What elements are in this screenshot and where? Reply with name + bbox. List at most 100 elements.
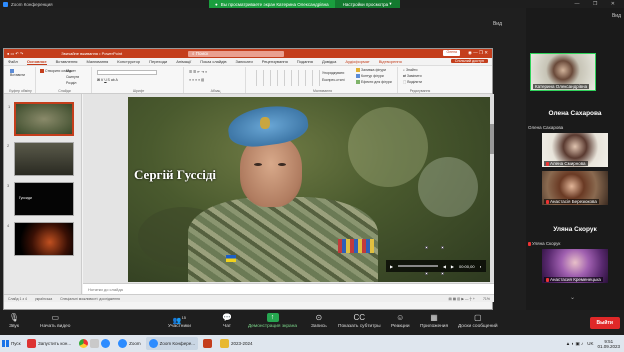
autosave-icon[interactable]: ● ▭ ↶ ↷ (7, 51, 23, 56)
ppt-window-controls[interactable]: ◉ — ❐ ✕ (468, 50, 488, 56)
tab-design[interactable]: Конструктор (117, 59, 140, 64)
font-select[interactable] (97, 70, 157, 75)
participant-tile[interactable]: Анастасія Березюкова (528, 171, 622, 205)
taskbar-app-folder[interactable]: 2023-2024 (217, 337, 256, 350)
view-button[interactable]: Вид (493, 21, 502, 27)
chrome-icon (79, 339, 89, 348)
taskbar-app-launch[interactable]: Запустить кон... (24, 337, 74, 350)
clipboard-label: Буфер обміну (9, 89, 32, 93)
view-options-button[interactable]: Настройки просмотра ▾ (334, 0, 400, 8)
slide-notes[interactable]: Нотатки до слайда (83, 283, 494, 294)
tab-home[interactable]: Основное (26, 59, 47, 65)
tab-file[interactable]: Файл (8, 59, 18, 64)
audio-progress[interactable] (398, 265, 438, 267)
tab-insert[interactable]: Вставлення (56, 59, 78, 64)
volume-icon[interactable]: ◐ (480, 264, 482, 269)
status-accessibility[interactable]: Спеціальні можливості: дослідження (60, 297, 120, 301)
slide-title[interactable]: Сергій Гуссіді (134, 167, 216, 183)
taskbar-app-zoom-meeting[interactable]: Zoom Конфере... (145, 337, 198, 350)
tab-slideshow[interactable]: Показ слайдів (200, 59, 226, 64)
participant-tile[interactable]: Алена Смирнова (528, 133, 622, 167)
status-slide-count: Слайд 1 з 4 (8, 296, 27, 301)
chat-button[interactable]: 💬 Чат (221, 313, 233, 329)
featured-participant[interactable]: Катерина Олександрівна (528, 53, 622, 93)
list-buttons[interactable]: ☰ ☰ ⇤ ⇥ ≡ (189, 70, 207, 74)
whiteboards-button[interactable]: ▢ Доски сообщений (458, 313, 498, 329)
slide-number: 2 (7, 143, 10, 148)
select-button[interactable]: ⬚ Виділити (403, 80, 422, 84)
tab-view[interactable]: Подання (297, 59, 313, 64)
zoom-title: Zoom Конференция (3, 1, 53, 7)
tab-audio-format[interactable]: Аудіоформат (345, 59, 369, 64)
align-buttons[interactable]: ≡ ≡ ≡ ≡ ▥ (189, 78, 204, 82)
reactions-button[interactable]: ☺ Реакции (391, 313, 410, 329)
window-controls[interactable]: — ❐ ✕ (575, 1, 621, 7)
participants-button[interactable]: 👥15 Участники (168, 313, 191, 329)
tab-transitions[interactable]: Переходи (149, 59, 167, 64)
ppt-search-input[interactable]: ⌕ Поиск (188, 50, 284, 57)
exit-fullscreen-button[interactable]: Вид (612, 13, 621, 19)
rewind-icon[interactable]: ◀ (443, 264, 446, 269)
participant-name-text: Анастасія Березюкова (550, 199, 597, 204)
leave-meeting-button[interactable]: Выйти (589, 317, 620, 329)
language-indicator[interactable]: UK (587, 341, 593, 346)
forward-icon[interactable]: ▶ (451, 264, 454, 269)
share-screen-button[interactable]: ↑ Демонстрация экрана (248, 313, 297, 329)
scrollbar-thumb[interactable] (490, 124, 494, 154)
quick-styles-button[interactable]: Експрес-стилі (322, 78, 345, 82)
chevron-down-icon[interactable]: ⌄ (570, 294, 575, 301)
audio-selection-handle[interactable] (425, 246, 428, 249)
participant-tile[interactable]: Анастасия Кременецька (528, 249, 622, 283)
start-button[interactable]: Пуск (2, 337, 24, 350)
captions-button[interactable]: CC Показать субтитры (338, 313, 381, 329)
drawing-group: Упорядкувати Експрес-стилі Заливка фігур… (248, 67, 398, 93)
status-language[interactable]: українська (35, 297, 52, 301)
start-video-button[interactable]: ▭ Начать видео (40, 313, 70, 329)
layout-button[interactable]: Макет (66, 69, 76, 73)
tab-review[interactable]: Рецензування (262, 59, 288, 64)
tab-record[interactable]: Записати (235, 59, 252, 64)
clock[interactable]: 9:51 01.09.2023 (597, 339, 620, 349)
slide-thumb-1[interactable]: 1 (8, 102, 74, 136)
mute-button[interactable]: 🎙 Звук (8, 313, 20, 329)
audio-selection-handle[interactable] (441, 272, 444, 275)
taskbar-pinned-apps[interactable] (76, 337, 113, 350)
status-zoom[interactable]: 71% (483, 297, 490, 301)
slide-thumb-2[interactable]: 2 (7, 142, 74, 176)
tab-draw[interactable]: Малювання (86, 59, 108, 64)
shape-effects-button[interactable]: Ефекти для фігури (356, 80, 392, 85)
taskbar-app-powerpoint[interactable] (200, 337, 215, 350)
reset-button[interactable]: Скинути (66, 75, 79, 79)
font-style-buttons[interactable]: Ж К Ч S ab A (97, 78, 118, 82)
arrange-button[interactable]: Упорядкувати (322, 71, 344, 75)
audio-player[interactable]: ▶ ◀ ▶ 00:00,00 ◐ (386, 260, 486, 272)
tab-animations[interactable]: Анімації (176, 59, 191, 64)
audio-selection-handle[interactable] (441, 246, 444, 249)
editor-scrollbar[interactable] (490, 94, 494, 282)
participant-name: Катерина Олександрівна (533, 84, 590, 89)
record-label: Запись (311, 324, 327, 329)
find-button[interactable]: ⌕ Знайти (403, 68, 417, 72)
participant-name-text: Уляна Скорук (532, 241, 561, 246)
tab-help[interactable]: Довідка (322, 59, 336, 64)
slide-thumb-4[interactable]: 4 (7, 222, 74, 256)
taskbar-app-zoom[interactable]: Zoom (115, 337, 144, 350)
shapes-gallery[interactable] (250, 70, 320, 86)
section-button[interactable]: Розділ (66, 81, 76, 85)
audio-selection-handle[interactable] (425, 272, 428, 275)
ppt-account-button[interactable]: Олена (443, 50, 461, 56)
find-label: Знайти (405, 68, 418, 72)
play-icon[interactable]: ▶ (390, 264, 393, 269)
current-slide[interactable]: Сергій Гуссіді ▶ ◀ ▶ 00:00,00 ◐ (128, 97, 493, 282)
paste-button[interactable]: Вставити (10, 69, 25, 77)
slide-thumb-3[interactable]: 3 Гуссиди (7, 182, 74, 216)
tray-icons[interactable]: ▲ ◐ ▣ ♪ (566, 341, 583, 347)
shape-fill-button[interactable]: Заливка фігури (356, 68, 386, 73)
apps-button[interactable]: ▦ Приложения (420, 313, 448, 329)
tab-playback[interactable]: Відтворення (379, 59, 402, 64)
share-access-button[interactable]: Спільний доступ (450, 59, 488, 63)
record-button[interactable]: ⊙ Запись (311, 313, 327, 329)
replace-button[interactable]: ⇄ Замінити (403, 74, 422, 78)
status-view-buttons[interactable]: ▤ ▦ ▥ ▶ — ┼ + (449, 297, 475, 301)
shape-outline-button[interactable]: Контур фігури (356, 74, 384, 79)
